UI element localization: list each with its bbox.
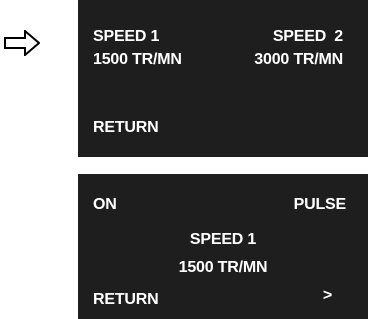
speed-1-option-value[interactable]: 1500 TR/MN bbox=[93, 52, 182, 68]
speed-2-option-value[interactable]: 3000 TR/MN bbox=[254, 52, 343, 68]
return-button[interactable]: RETURN bbox=[93, 292, 159, 308]
speed-2-option-label[interactable]: SPEED 2 bbox=[273, 29, 343, 45]
run-mode-screen: ON PULSE SPEED 1 1500 TR/MN RETURN > bbox=[78, 174, 368, 319]
on-button[interactable]: ON bbox=[93, 197, 117, 213]
pulse-button[interactable]: PULSE bbox=[294, 197, 347, 213]
selected-speed-label: SPEED 1 bbox=[189, 231, 257, 248]
speed-1-option-label[interactable]: SPEED 1 bbox=[93, 29, 159, 45]
selected-speed-value: 1500 TR/MN bbox=[178, 259, 268, 276]
return-button[interactable]: RETURN bbox=[93, 120, 159, 136]
next-button[interactable]: > bbox=[323, 288, 332, 304]
right-arrow-icon bbox=[4, 30, 40, 56]
speed-selection-screen: SPEED 1 1500 TR/MN SPEED 2 3000 TR/MN RE… bbox=[78, 0, 368, 157]
